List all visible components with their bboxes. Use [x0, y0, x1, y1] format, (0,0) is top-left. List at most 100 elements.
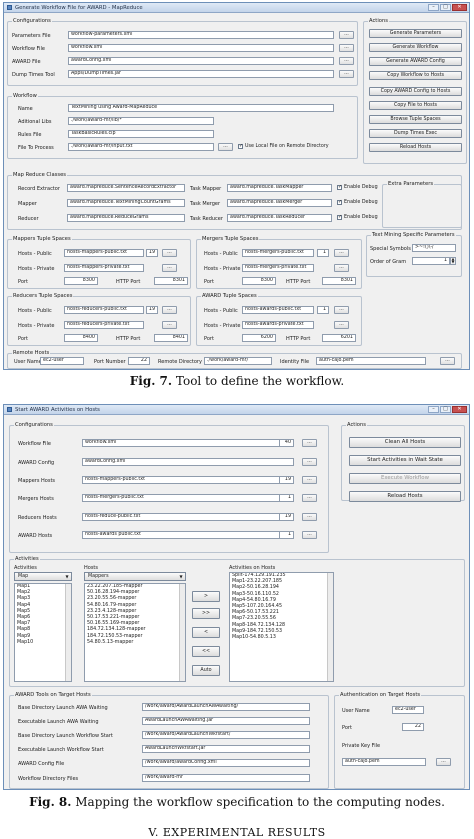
award-file-browse-button[interactable]: ...: [339, 57, 354, 65]
special-symbols-input[interactable]: >~!()\-/: [412, 244, 456, 252]
move-left-button[interactable]: <: [192, 627, 220, 638]
mergers-private-browse-button[interactable]: ...: [334, 264, 349, 272]
scrollbar[interactable]: [179, 584, 185, 681]
minimize-icon[interactable]: –: [428, 4, 439, 11]
award-private-browse-button[interactable]: ...: [334, 321, 349, 329]
parameters-file-browse-button[interactable]: ...: [339, 31, 354, 39]
mappers-http-port-input[interactable]: 8301: [154, 277, 188, 285]
remote-user-input[interactable]: ec2-user: [40, 357, 84, 365]
close-icon[interactable]: ✕: [452, 4, 467, 11]
fig8-workflow-file-input[interactable]: workflow.xml: [82, 439, 294, 447]
award-public-input[interactable]: hosts-awards-public.txt: [242, 306, 314, 314]
fig8-award-config-browse-button[interactable]: ...: [302, 458, 317, 466]
file-to-process-browse-button[interactable]: ...: [218, 143, 233, 151]
mergers-public-input[interactable]: hosts-mergers-public.txt: [242, 249, 314, 257]
activity-list[interactable]: Map1 Map2 Map3 Map4 Map5 Map6 Map7 Map8 …: [14, 583, 72, 682]
reload-hosts-button[interactable]: Reload Hosts: [369, 143, 462, 152]
reducers-private-input[interactable]: hosts-reducers-private.txt: [64, 321, 144, 329]
activity-type-select[interactable]: Map ▼: [14, 572, 72, 581]
reducer-debug-checkbox[interactable]: ✓ Enable Debug: [337, 215, 378, 220]
generate-workflow-button[interactable]: Generate Workflow: [369, 43, 462, 52]
generate-parameters-button[interactable]: Generate Parameters: [369, 29, 462, 38]
fig8-award-hosts-input[interactable]: hosts-awards public.txt: [82, 531, 294, 539]
copy-workflow-to-hosts-button[interactable]: Copy Workflow to Hosts: [369, 71, 462, 80]
workflow-name-input[interactable]: TextMining using Award-MapReduce: [68, 104, 334, 112]
fig8-workflow-browse-button[interactable]: ...: [302, 439, 317, 447]
auth-port-input[interactable]: 22: [402, 723, 424, 731]
workflow-file-input[interactable]: workflow.xml: [68, 44, 334, 52]
minimize-icon[interactable]: –: [428, 406, 439, 413]
execute-workflow-button[interactable]: Execute Workflow: [349, 473, 461, 484]
copy-award-config-to-hosts-button[interactable]: Copy AWARD Config to Hosts: [369, 87, 462, 96]
move-all-right-button[interactable]: >>: [192, 608, 220, 619]
exec-workflow-start-input[interactable]: AwardLaunchWkfstart.jar: [142, 745, 310, 753]
workflow-dir-files-input[interactable]: /work/award-mr: [142, 774, 310, 782]
fig8-mappers-browse-button[interactable]: ...: [302, 476, 317, 484]
fig8-award-config-input[interactable]: awardConfig.xml: [82, 458, 294, 466]
maximize-icon[interactable]: □: [440, 4, 451, 11]
fig8-mappers-hosts-input[interactable]: hosts-mappers-public.txt: [82, 476, 294, 484]
record-extractor-input[interactable]: award.mapreduce.SentenceRecordExtractor: [67, 184, 185, 192]
reducers-http-port-input[interactable]: 8401: [154, 334, 188, 342]
fig8-mergers-browse-button[interactable]: ...: [302, 494, 317, 502]
dump-times-tool-browse-button[interactable]: ...: [339, 70, 354, 78]
fig8-award-browse-button[interactable]: ...: [302, 531, 317, 539]
private-key-input[interactable]: auth-cajo.pem: [342, 758, 426, 766]
base-dir-workflow-start-input[interactable]: /work/award/AwardLaunchWkfstart/: [142, 731, 310, 739]
award-port-input[interactable]: 6200: [242, 334, 276, 342]
list-item[interactable]: Map10-54.80.5.13: [230, 635, 333, 641]
award-private-input[interactable]: hosts-awards-private.txt: [242, 321, 314, 329]
mappers-public-browse-button[interactable]: ...: [162, 249, 177, 257]
fig8-mergers-hosts-input[interactable]: hosts-mergers-public.txt: [82, 494, 294, 502]
hosts-list[interactable]: 23.22.207.185-mapper 50.16.28.194-mapper…: [84, 583, 186, 682]
copy-file-to-hosts-button[interactable]: Copy File to Hosts: [369, 101, 462, 110]
fig8-reducers-hosts-input[interactable]: hosts-reduce-public.txt: [82, 513, 294, 521]
remote-directory-input[interactable]: ./work/award-mr/: [204, 357, 272, 365]
remote-port-input[interactable]: 22: [128, 357, 150, 365]
award-http-port-input[interactable]: 6201: [322, 334, 356, 342]
order-of-gram-input[interactable]: 1: [412, 257, 450, 265]
task-mapper-input[interactable]: award.mapreduce.TaskMapper: [227, 184, 332, 192]
merger-debug-checkbox[interactable]: ✓ Enable Debug: [337, 200, 378, 205]
reducers-private-browse-button[interactable]: ...: [162, 321, 177, 329]
move-right-button[interactable]: >: [192, 591, 220, 602]
order-of-gram-spinner[interactable]: ▲ ▼: [450, 257, 456, 265]
exec-awa-waiting-input[interactable]: AwardLaunchAWAwaiting.jar: [142, 717, 310, 725]
award-public-browse-button[interactable]: ...: [334, 306, 349, 314]
mergers-port-input[interactable]: 8300: [242, 277, 276, 285]
dump-times-tool-input[interactable]: Apps/DumpTimes.jar: [68, 70, 334, 78]
mappers-private-browse-button[interactable]: ...: [162, 264, 177, 272]
mergers-http-port-input[interactable]: 8301: [322, 277, 356, 285]
parameters-file-input[interactable]: workflow-parameters.xml: [68, 31, 334, 39]
activities-on-hosts-list[interactable]: Split-174.129.191.235 Map1-23.22.207.185…: [229, 572, 334, 682]
mappers-public-input[interactable]: hosts-mappers-public.txt: [64, 249, 144, 257]
auth-user-input[interactable]: ec2-user: [392, 706, 424, 714]
close-icon[interactable]: ✕: [452, 406, 467, 413]
move-all-left-button[interactable]: <<: [192, 646, 220, 657]
scrollbar[interactable]: [327, 573, 333, 681]
task-merger-input[interactable]: award.mapreduce.TaskMerger: [227, 199, 332, 207]
award-file-input[interactable]: awardConfig.xml: [68, 57, 334, 65]
award-config-file-input[interactable]: /work/award/awardConfig.xml: [142, 759, 310, 767]
reload-hosts-button[interactable]: Reload Hosts: [349, 491, 461, 502]
aditional-libs-input[interactable]: ./work/award-mr/lib/*: [68, 117, 214, 125]
rules-file-input[interactable]: TaskBasicRules.clp: [68, 130, 214, 138]
generate-award-config-button[interactable]: Generate AWARD Config: [369, 57, 462, 66]
scrollbar[interactable]: [65, 584, 71, 681]
reducers-public-browse-button[interactable]: ...: [162, 306, 177, 314]
mapper-class-input[interactable]: award.mapreduce.TextMiningCountGrams: [67, 199, 185, 207]
mappers-port-input[interactable]: 8300: [64, 277, 98, 285]
list-item[interactable]: 54.80.5.13-mapper: [85, 640, 185, 646]
fig8-reducers-browse-button[interactable]: ...: [302, 513, 317, 521]
clean-all-hosts-button[interactable]: Clean All Hosts: [349, 437, 461, 448]
maximize-icon[interactable]: □: [440, 406, 451, 413]
use-local-file-checkbox[interactable]: ✓ Use Local File on Remote Directory: [238, 144, 329, 149]
browse-tuple-spaces-button[interactable]: Browse Tuple Spaces: [369, 115, 462, 124]
list-item[interactable]: Map10: [15, 640, 71, 646]
base-dir-awa-waiting-input[interactable]: /work/award/AwardLaunchAWAwaiting/: [142, 703, 310, 711]
reducers-port-input[interactable]: 8400: [64, 334, 98, 342]
identity-file-browse-button[interactable]: ...: [440, 357, 455, 365]
workflow-file-browse-button[interactable]: ...: [339, 44, 354, 52]
mergers-public-browse-button[interactable]: ...: [334, 249, 349, 257]
host-type-select[interactable]: Mappers ▼: [84, 572, 186, 581]
